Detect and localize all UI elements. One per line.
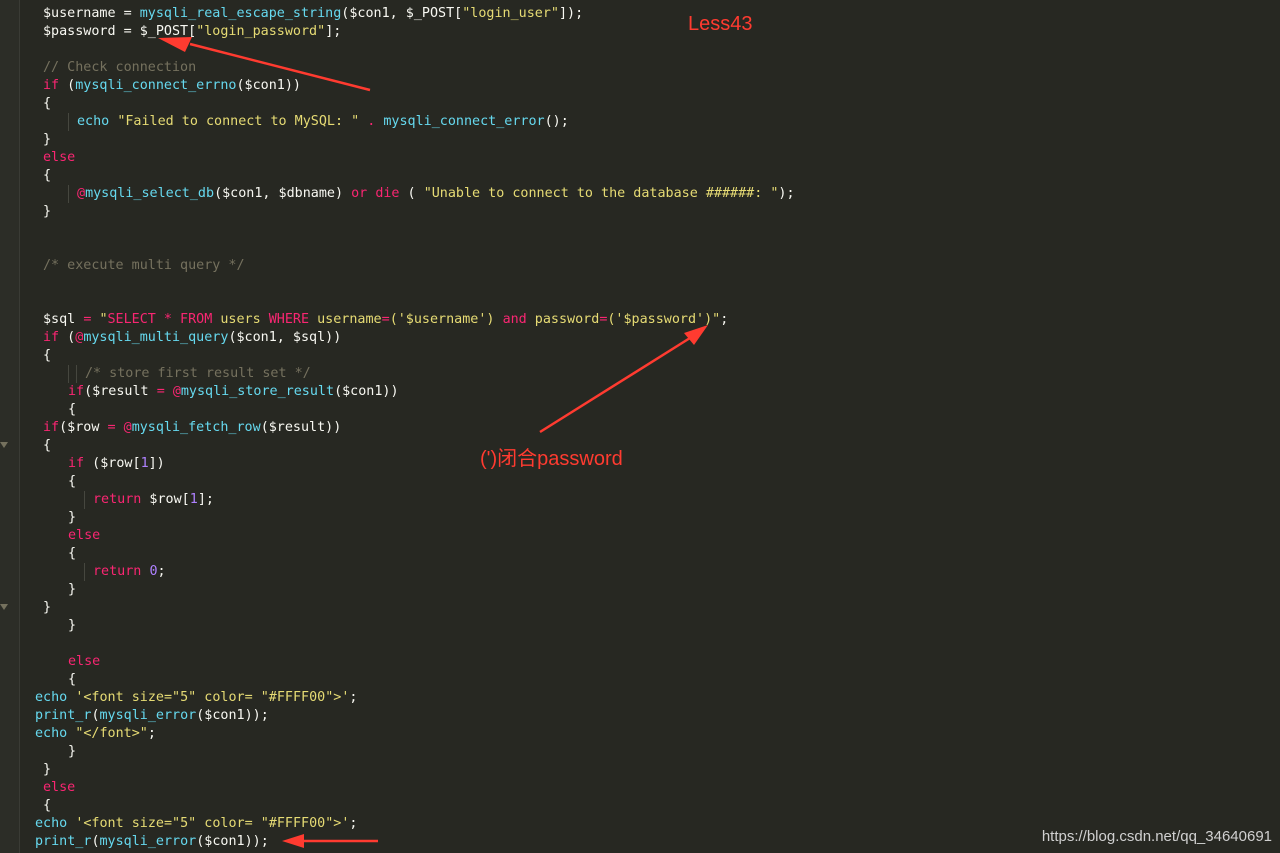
watermark: https://blog.csdn.net/qq_34640691 [1041,828,1272,845]
annotation-arrows [158,37,708,848]
arrow-to-print-error [282,834,378,848]
closure-note-annotation: (')闭合password [480,448,623,470]
less-title-annotation: Less43 [688,13,753,35]
arrow-to-sql-closure [539,325,708,434]
arrow-to-password-line [158,37,371,92]
